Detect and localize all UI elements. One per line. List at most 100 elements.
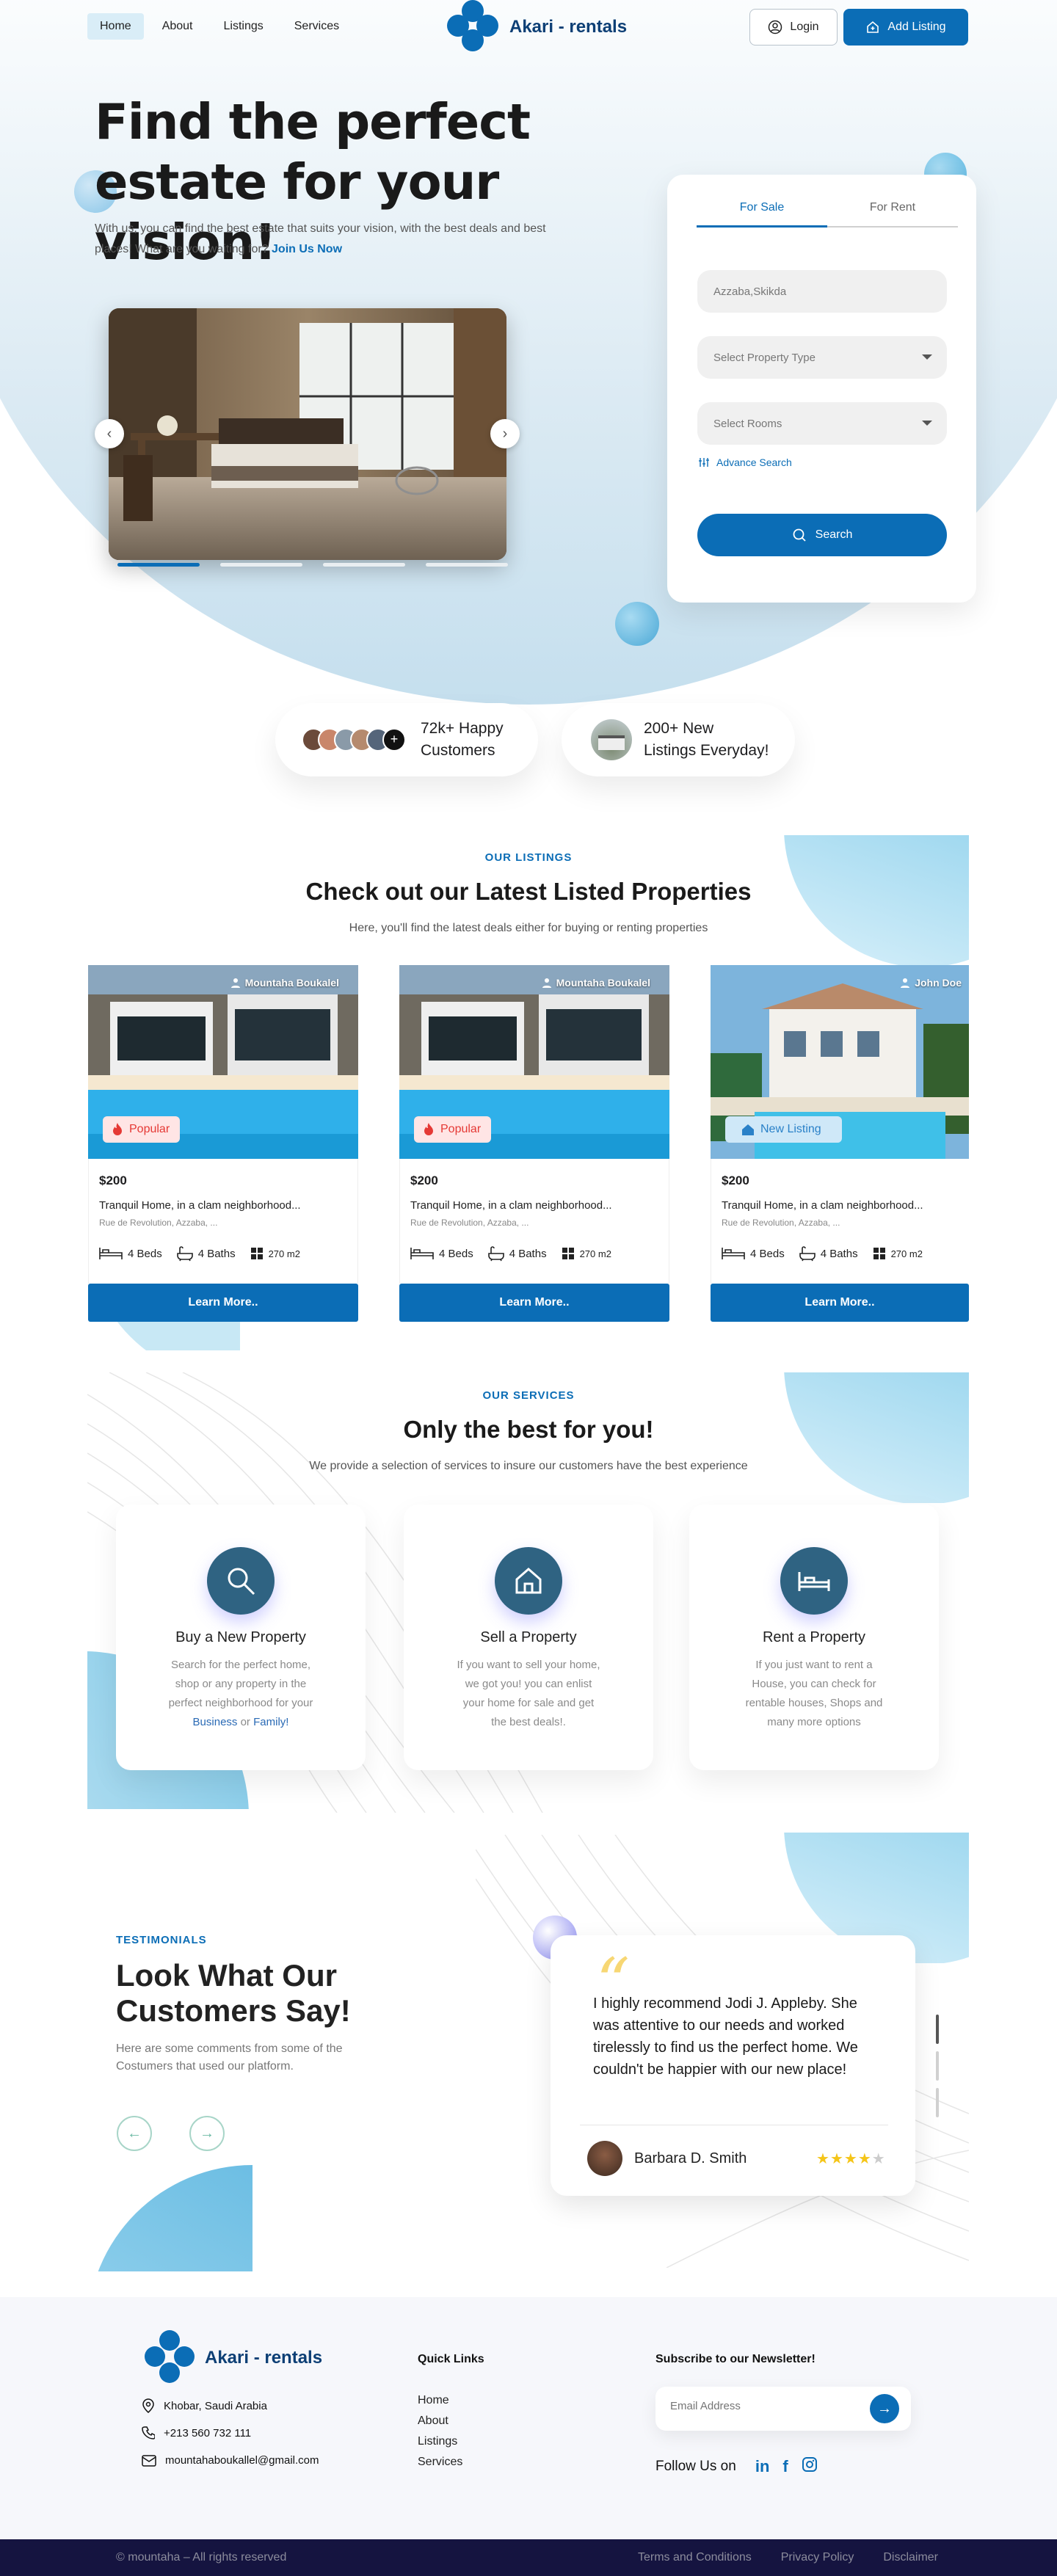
slider-indicators <box>117 563 508 567</box>
service-card-buy[interactable]: Buy a New Property Search for the perfec… <box>116 1505 366 1770</box>
join-us-link[interactable]: Join Us Now <box>272 243 342 255</box>
listing-card[interactable]: Mountaha Boukalel Popular $200 Tranquil … <box>399 965 669 1322</box>
listing-features: 4 Beds 4 Baths 270 m2 <box>722 1245 923 1262</box>
baths-feature: 4 Baths <box>176 1245 236 1262</box>
home-plus-icon <box>867 21 879 33</box>
testimonial-next-button[interactable]: → <box>189 2116 225 2151</box>
property-type-select[interactable]: Select Property Type <box>697 336 947 379</box>
owner-name: John Doe <box>915 977 962 989</box>
service-card-rent[interactable]: Rent a Property If you just want to rent… <box>689 1505 939 1770</box>
nav-links: Home About Listings Services <box>87 13 352 40</box>
listing-owner: John Doe <box>900 977 962 989</box>
bed-icon <box>722 1248 745 1259</box>
stat-line: Customers <box>421 742 495 759</box>
phone-text: +213 560 732 111 <box>164 2426 252 2439</box>
listing-body: $200 Tranquil Home, in a clam neighborho… <box>88 1159 358 1284</box>
learn-more-button[interactable]: Learn More.. <box>711 1284 969 1322</box>
bath-icon <box>487 1246 504 1262</box>
decor-blob-left <box>87 2165 253 2271</box>
testimonial-scroll-indicator[interactable] <box>936 2088 939 2117</box>
listing-card[interactable]: John Doe New Listing $200 Tranquil Home,… <box>711 965 969 1322</box>
user-circle-icon <box>769 20 782 34</box>
privacy-link[interactable]: Privacy Policy <box>781 2551 854 2564</box>
nav-about[interactable]: About <box>150 13 206 40</box>
slider-indicator[interactable] <box>220 563 302 567</box>
badge-label: Popular <box>440 1123 482 1135</box>
nav-listings[interactable]: Listings <box>211 13 276 40</box>
listing-price: $200 <box>410 1174 438 1187</box>
business-link[interactable]: Business <box>193 1716 238 1728</box>
learn-more-button[interactable]: Learn More.. <box>88 1284 358 1322</box>
listings-subtitle: Here, you'll find the latest deals eithe… <box>349 922 708 934</box>
location-input[interactable]: Azzaba,Skikda <box>697 270 947 313</box>
tab-for-sale[interactable]: For Sale <box>697 197 827 228</box>
slider-prev-button[interactable]: ‹ <box>95 419 124 448</box>
testimonials-subtitle: Here are some comments from some of the … <box>116 2042 343 2073</box>
listing-features: 4 Beds 4 Baths 270 m2 <box>99 1245 300 1262</box>
stat-line: 72k+ Happy <box>421 720 504 737</box>
testimonial-prev-button[interactable]: ← <box>117 2116 152 2151</box>
testimonials-eyebrow: TESTIMONIALS <box>116 1934 207 1946</box>
beds-label: 4 Beds <box>128 1247 162 1260</box>
beds-label: 4 Beds <box>750 1247 785 1260</box>
decor-circle <box>615 602 659 646</box>
search-button[interactable]: Search <box>697 514 947 556</box>
newsletter-submit-button[interactable]: → <box>870 2394 899 2423</box>
brand-logo[interactable]: Akari - rentals <box>443 0 627 54</box>
footer-brand[interactable]: Akari - rentals <box>142 2330 322 2386</box>
learn-more-button[interactable]: Learn More.. <box>399 1284 669 1322</box>
disclaimer-link[interactable]: Disclaimer <box>883 2551 938 2564</box>
legal-links: Terms and Conditions Privacy Policy Disc… <box>638 2551 938 2564</box>
newsletter-form: → <box>655 2387 911 2431</box>
tab-for-rent[interactable]: For Rent <box>827 197 958 226</box>
linkedin-icon[interactable]: in <box>755 2457 770 2476</box>
mail-icon <box>142 2454 156 2467</box>
bedroom-image <box>109 308 506 560</box>
add-listing-button[interactable]: Add Listing <box>843 9 968 46</box>
quick-links-title: Quick Links <box>418 2353 484 2365</box>
service-card-sell[interactable]: Sell a Property If you want to sell your… <box>404 1505 653 1770</box>
slider-indicator[interactable] <box>426 563 508 567</box>
terms-link[interactable]: Terms and Conditions <box>638 2551 752 2564</box>
nav-home[interactable]: Home <box>87 13 144 40</box>
testimonial-card: “ I highly recommend Jodi J. Appleby. Sh… <box>551 1935 915 2196</box>
newsletter-email-input[interactable] <box>670 2400 861 2412</box>
area-label: 270 m2 <box>890 1248 923 1259</box>
testimonial-scroll-indicator[interactable] <box>936 2015 939 2044</box>
listing-price: $200 <box>722 1174 749 1187</box>
nav-services[interactable]: Services <box>282 13 352 40</box>
happy-customers-text: 72k+ Happy Customers <box>421 718 504 762</box>
advance-search-link[interactable]: Advance Search <box>699 456 792 468</box>
slider-indicator[interactable] <box>323 563 405 567</box>
star-filled-icon: ★ <box>843 2151 858 2167</box>
instagram-icon[interactable] <box>802 2456 818 2477</box>
testimonial-scroll-indicator[interactable] <box>936 2051 939 2081</box>
baths-label: 4 Baths <box>197 1247 236 1260</box>
slider-next-button[interactable]: › <box>490 419 520 448</box>
address-text: Khobar, Saudi Arabia <box>164 2399 267 2412</box>
newsletter-title: Subscribe to our Newsletter! <box>655 2353 816 2365</box>
email-text: mountahaboukallel@gmail.com <box>165 2454 319 2467</box>
footer-link-services[interactable]: Services <box>418 2456 462 2469</box>
chevron-down-icon <box>922 354 932 360</box>
footer-link-about[interactable]: About <box>418 2415 448 2428</box>
customer-avatars: + <box>302 728 406 752</box>
login-button[interactable]: Login <box>749 9 838 46</box>
area-feature: 270 m2 <box>562 1245 611 1262</box>
listing-card[interactable]: Mountaha Boukalel Popular $200 Tranquil … <box>88 965 358 1322</box>
listing-body: $200 Tranquil Home, in a clam neighborho… <box>399 1159 669 1284</box>
new-listings-stat: 200+ New Listings Everyday! <box>562 703 795 776</box>
listings-eyebrow: OUR LISTINGS <box>484 851 573 864</box>
new-listing-badge: New Listing <box>725 1116 842 1143</box>
rooms-select[interactable]: Select Rooms <box>697 402 947 445</box>
listing-address: Rue de Revolution, Azzaba, ... <box>410 1218 529 1228</box>
baths-feature: 4 Baths <box>487 1245 547 1262</box>
grid-icon <box>873 1248 885 1259</box>
user-icon <box>901 978 910 988</box>
family-link[interactable]: Family! <box>253 1716 288 1728</box>
facebook-icon[interactable]: f <box>782 2457 788 2476</box>
slider-indicator[interactable] <box>117 563 200 567</box>
footer-link-listings[interactable]: Listings <box>418 2435 457 2448</box>
footer-link-home[interactable]: Home <box>418 2394 449 2407</box>
search-card: For Sale For Rent Azzaba,Skikda Select P… <box>667 175 976 603</box>
